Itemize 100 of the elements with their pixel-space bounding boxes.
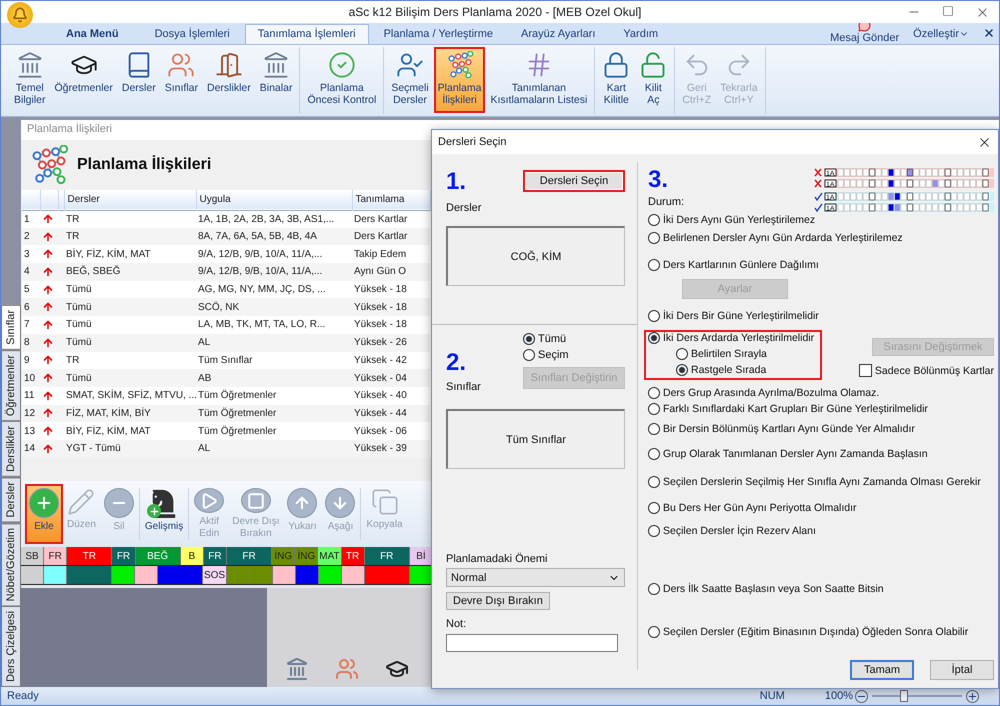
customize-button[interactable]: Özelleştir <box>913 28 969 44</box>
menu-tab[interactable]: Yardım <box>610 24 672 44</box>
up-arrow-icon <box>42 425 54 438</box>
menu-tab[interactable]: Dosya İşlemleri <box>142 24 243 44</box>
close-icon[interactable] <box>983 27 995 39</box>
radio-button[interactable]: Seçilen Dersler İçin Rezerv Alanı <box>648 525 816 537</box>
ribbon-button[interactable]: Seçmeli Dersler <box>387 47 433 113</box>
ribbon-button[interactable]: Binalar <box>256 47 296 113</box>
radio-button[interactable]: Farklı Sınıflardaki Kart Grupları Bir Güne Yerleştirilmelidir <box>648 403 928 415</box>
lock-icon <box>602 51 630 79</box>
num-lock-indicator: NUM <box>760 690 785 702</box>
table-cell: Yüksek - 06 <box>352 422 430 440</box>
up-arrow-icon <box>42 266 54 278</box>
selected-lessons-text: COĞ, KİM <box>510 250 562 262</box>
network-icon <box>446 51 474 79</box>
up-arrow-icon <box>42 230 54 243</box>
radio-button[interactable]: İki Ders Aynı Gün Yerleştirilemez <box>648 214 816 226</box>
note-field[interactable] <box>446 634 618 652</box>
ribbon-button[interactable]: Dersler <box>118 47 160 113</box>
table-cell: TR <box>64 228 196 246</box>
radio-button[interactable]: Grup Olarak Tanımlanan Dersler Aynı Zamanda Başlasın <box>648 448 928 460</box>
table-cell: 11 <box>22 386 40 405</box>
table-cell: Tümü <box>64 316 196 334</box>
disable-button[interactable]: Devre Dışı Bırakın <box>446 592 550 610</box>
radio-button[interactable]: Rastgele Sırada <box>676 364 814 376</box>
column-header[interactable]: Uygula <box>196 190 352 210</box>
table-cell: Ders Kartlar <box>352 228 430 246</box>
radio-button[interactable]: Ders İlk Saatte Başlasın veya Son Saatte Bitsin <box>648 583 884 595</box>
dialog-button[interactable]: İptal <box>930 660 994 680</box>
ribbon-button[interactable]: Planlama Öncesi Kontrol <box>303 47 380 113</box>
timetable-cell: FR <box>226 547 272 565</box>
table-cell: 9/A, 12/B, 9/B, 10/A, 11/A,... <box>196 245 352 264</box>
ribbon-button[interactable]: Tanımlanan Kısıtlamaların Listesi <box>486 47 592 113</box>
ribbon-button[interactable]: Sınıflar <box>160 47 202 113</box>
table-cell: AL <box>196 334 352 352</box>
radio-button[interactable]: İki Ders Ardarda Yerleştirilmelidir <box>648 332 814 344</box>
table-cell: SCÖ, NK <box>196 298 352 316</box>
menu-tab[interactable]: Planlama / Yerleştirme <box>370 24 506 44</box>
radio-button[interactable]: Belirlenen Dersler Aynı Gün Ardarda Yerleştirilemez <box>648 232 903 244</box>
menu-tab[interactable]: Tanımlama İşlemleri <box>244 24 369 44</box>
ribbon-button[interactable]: Öğretmenler <box>50 47 117 113</box>
timetable-cell: FR <box>204 547 227 565</box>
step-number: 1. <box>446 170 468 194</box>
up-arrow-icon <box>42 284 54 296</box>
radio-button[interactable]: Ders Kartlarının Günlere Dağılımı <box>648 259 819 271</box>
stop-icon <box>240 488 271 513</box>
unlock-icon <box>639 51 668 79</box>
side-tab[interactable]: Derslikler <box>1 421 21 478</box>
ribbon-button[interactable]: Temel Bilgiler <box>10 47 50 113</box>
field-label: Not: <box>446 618 468 630</box>
up-arrow-icon <box>42 336 54 349</box>
ribbon-button[interactable]: Kart Kilitle <box>598 47 634 113</box>
ribbon-button[interactable]: Derslikler <box>202 47 255 113</box>
radio-button[interactable]: İki Ders Bir Güne Yerleştirilmelidir <box>648 310 819 322</box>
side-tab[interactable]: Nöbet/Gözetim <box>1 522 21 606</box>
timetable-cell: Bİ <box>410 547 433 565</box>
checkbox[interactable]: Sadece Bölünmüş Kartlar <box>858 364 994 377</box>
table-cell: Yüksek - 42 <box>352 352 430 370</box>
add-icon <box>29 488 59 518</box>
radio-button[interactable]: Bir Dersin Bölünmüş Kartları Aynı Günde Yer Almalıdır <box>648 423 915 435</box>
importance-dropdown[interactable]: Normal <box>446 568 625 587</box>
timetable-cell: FR <box>364 547 410 565</box>
dialog-button[interactable]: Tamam <box>850 660 914 680</box>
building-columns-icon[interactable] <box>285 657 309 681</box>
table-cell: 6 <box>22 298 40 316</box>
radio-button[interactable]: Seçilen Derslerin Seçilmiş Her Sınıfla Aynı Zamanda Olması Gerekir <box>648 476 981 488</box>
send-message-button[interactable]: Mesaj Gönder <box>830 19 900 44</box>
select-lessons-button[interactable]: Dersleri Seçin <box>523 170 625 192</box>
table-cell: Tüm Öğretmenler <box>196 386 352 405</box>
menu-tab[interactable]: Arayüz Ayarları <box>508 24 608 44</box>
side-tab[interactable]: Dersler <box>1 477 21 523</box>
radio-button[interactable]: Seçim <box>523 349 625 361</box>
timetable-cell: FR <box>112 547 136 565</box>
table-cell: Yüksek - 26 <box>352 334 430 352</box>
side-tab[interactable]: Ders Çizelgesi <box>1 606 21 687</box>
toolbar-button[interactable]: Gelişmiş <box>140 484 188 544</box>
radio-button[interactable]: Ders Grup Arasında Ayrılma/Bozulma Olamaz. <box>648 387 880 399</box>
menu-tab[interactable]: Ana Menü <box>45 24 140 44</box>
table-cell: Yüksek - 44 <box>352 404 430 422</box>
side-tab[interactable]: Öğretmenler <box>1 350 21 422</box>
radio-button[interactable]: Seçilen Dersler (Eğitim Binasının Dışında) Öğleden Sonra Olabilir <box>648 626 968 638</box>
radio-button[interactable]: Tümü <box>523 333 625 345</box>
table-cell: 8 <box>22 334 40 352</box>
column-header[interactable]: Tanımlama <box>352 190 430 210</box>
radio-button[interactable]: Bu Ders Her Gün Aynı Periyotta Olmalıdır <box>648 502 857 514</box>
ribbon-button[interactable]: Planlama İlişkileri <box>434 47 486 113</box>
table-cell: Yüksek - 04 <box>352 369 430 387</box>
ribbon-button[interactable]: Kilit Aç <box>635 47 672 113</box>
table-cell: Tümü <box>64 334 196 352</box>
table-cell: 10 <box>22 369 40 387</box>
side-tab[interactable]: Sınıflar <box>1 305 21 350</box>
table-cell: 8A, 7A, 6A, 5A, 5B, 4B, 4A <box>196 228 352 246</box>
play-icon <box>194 488 224 513</box>
building-columns-icon <box>16 51 44 79</box>
radio-button[interactable]: Belirtilen Sırayla <box>676 348 814 360</box>
toolbar-button[interactable]: Ekle <box>25 484 63 544</box>
table-cell: Yüksek - 39 <box>352 440 430 458</box>
up-arrow-icon <box>42 372 54 384</box>
column-header[interactable]: Dersler <box>64 190 196 210</box>
timetable-cell: FR <box>44 547 68 565</box>
